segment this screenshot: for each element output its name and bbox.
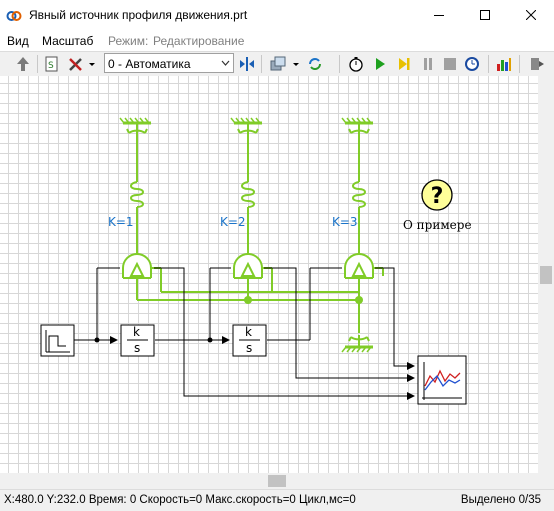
flip-icon <box>240 57 254 71</box>
vertical-scroll-thumb[interactable] <box>540 266 552 284</box>
tools-icon <box>69 58 82 71</box>
maximize-icon <box>480 10 490 20</box>
up-button[interactable] <box>13 54 33 74</box>
menu-view[interactable]: Вид <box>7 34 29 48</box>
tools-dropdown[interactable] <box>86 54 98 74</box>
windows-icon <box>270 56 286 71</box>
gain-label-1: K=1 <box>108 215 134 229</box>
mechanical-unit-2[interactable] <box>229 116 273 300</box>
menu-bar: Вид Масштаб Режим: Редактирование <box>0 31 554 51</box>
stopwatch-icon <box>349 57 363 72</box>
close-button[interactable] <box>508 0 554 31</box>
menu-scale[interactable]: Масштаб <box>42 34 93 48</box>
mode-value: Редактирование <box>153 34 245 48</box>
toolbar-separator <box>488 55 489 73</box>
timer-button[interactable] <box>346 54 366 74</box>
close-icon <box>526 10 536 20</box>
stop-button[interactable] <box>440 54 460 74</box>
step-source-block[interactable] <box>40 324 75 357</box>
gain-label-3: K=3 <box>332 215 358 229</box>
refresh-button[interactable] <box>305 54 325 74</box>
toolbar-separator <box>261 55 262 73</box>
arrow-up-icon <box>17 57 29 71</box>
windows-dropdown[interactable] <box>290 54 302 74</box>
flip-button[interactable] <box>237 54 257 74</box>
stop-icon <box>444 58 456 70</box>
chevron-down-icon <box>293 63 299 66</box>
toolbar: S 0 - Автоматика <box>0 51 554 77</box>
svg-text:S: S <box>48 61 54 71</box>
exit-icon <box>531 58 544 70</box>
windows-button[interactable] <box>268 54 288 74</box>
tools-button[interactable] <box>66 54 86 74</box>
exit-button[interactable] <box>527 54 547 74</box>
about-icon[interactable]: ? <box>421 179 453 211</box>
pause-button[interactable] <box>418 54 438 74</box>
minimize-icon <box>434 15 444 16</box>
horizontal-scroll-thumb[interactable] <box>268 475 286 487</box>
window-title: Явный источник профиля движения.prt <box>29 8 248 22</box>
mode-select[interactable]: 0 - Автоматика <box>104 53 234 73</box>
integrator-2-numerator: k <box>245 325 252 339</box>
mode-select-value: 0 - Автоматика <box>108 57 191 71</box>
status-selection: Выделено 0/35 <box>460 494 541 506</box>
play-button[interactable] <box>370 54 390 74</box>
minimize-button[interactable] <box>416 0 462 31</box>
toolbar-separator <box>339 55 340 73</box>
script-button[interactable]: S <box>42 54 62 74</box>
play-icon <box>376 58 385 70</box>
chart-button[interactable] <box>494 54 514 74</box>
scroll-corner <box>538 473 554 489</box>
status-coordinates: X:480.0 Y:232.0 Время: 0 Скорость=0 Макс… <box>4 494 356 506</box>
chevron-down-icon <box>221 60 230 66</box>
clock-button[interactable] <box>462 54 482 74</box>
diagram-canvas[interactable]: ? K=1 K=2 K=3 k s k s О примере <box>0 76 538 473</box>
status-bar: X:480.0 Y:232.0 Время: 0 Скорость=0 Макс… <box>0 489 554 511</box>
svg-text:?: ? <box>431 184 444 209</box>
clock-icon <box>465 57 479 71</box>
maximize-button[interactable] <box>462 0 508 31</box>
pause-icon <box>424 58 432 70</box>
integrator-1-denominator: s <box>134 341 141 355</box>
integrator-1-numerator: k <box>133 325 140 339</box>
mechanical-unit-1[interactable] <box>118 116 162 300</box>
about-label[interactable]: О примере <box>403 218 472 232</box>
app-logo-icon <box>6 11 22 21</box>
refresh-icon <box>309 58 321 70</box>
toolbar-separator <box>37 55 38 73</box>
mode-label: Режим: <box>108 34 149 48</box>
scope-block[interactable] <box>417 355 467 405</box>
horizontal-scrollbar[interactable] <box>0 473 538 489</box>
integrator-2-denominator: s <box>246 341 253 355</box>
gain-label-2: K=2 <box>220 215 246 229</box>
chevron-down-icon <box>89 63 95 66</box>
bar-chart-icon <box>497 58 511 71</box>
diagram-drawing: ? <box>40 116 467 405</box>
title-bar: Явный источник профиля движения.prt <box>0 0 554 31</box>
step-button[interactable] <box>394 54 414 74</box>
toolbar-separator <box>519 55 520 73</box>
script-icon: S <box>45 56 58 72</box>
vertical-scrollbar[interactable] <box>538 76 554 473</box>
step-icon <box>399 58 410 70</box>
